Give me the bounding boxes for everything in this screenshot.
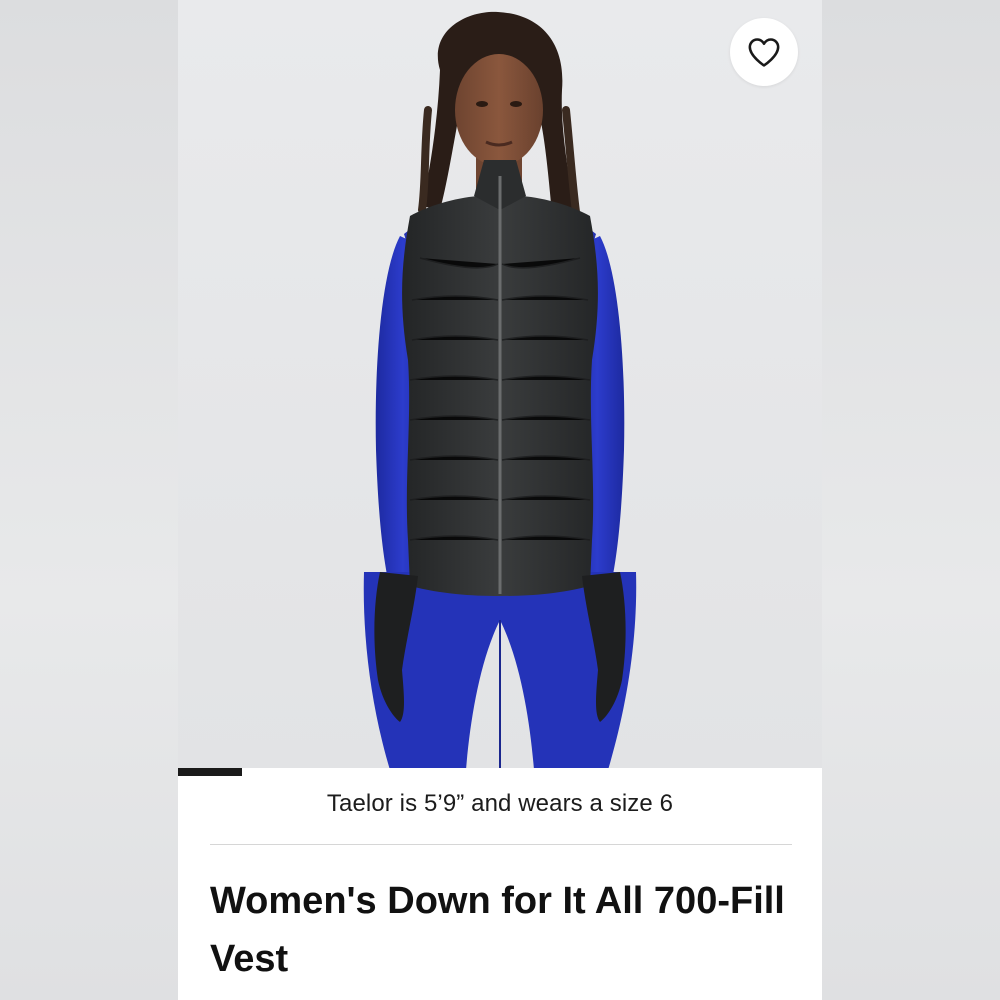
image-carousel-progress[interactable] [178, 768, 822, 776]
right-backdrop [822, 0, 1000, 1000]
product-hero-image[interactable] [178, 0, 822, 770]
left-backdrop [0, 0, 178, 1000]
product-title: Women's Down for It All 700-Fill Vest [210, 880, 785, 980]
product-card: Taelor is 5’9” and wears a size 6 Women'… [178, 0, 822, 1000]
favorite-button[interactable] [730, 18, 798, 86]
heart-outline-icon [748, 38, 780, 67]
divider [210, 844, 792, 845]
carousel-active-indicator [178, 768, 242, 776]
model-size-info: Taelor is 5’9” and wears a size 6 [326, 790, 674, 817]
model-photo [178, 0, 822, 770]
